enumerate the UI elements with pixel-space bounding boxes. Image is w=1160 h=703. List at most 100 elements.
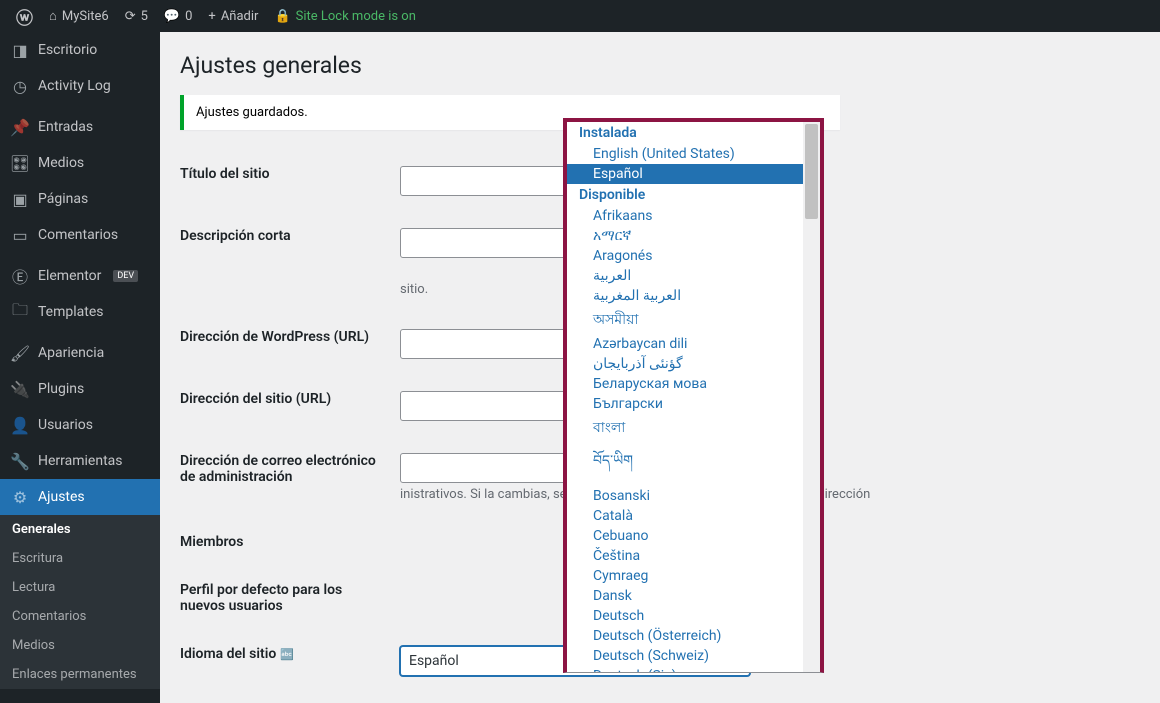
- label-default-role: Perfil por defecto para los nuevos usuar…: [180, 582, 400, 614]
- translate-icon: 🔤: [280, 648, 294, 661]
- admin-bar: ⓦ ⌂MySite6 ⟳5 💬0 +Añadir 🔒Site Lock mode…: [0, 0, 1160, 32]
- sidebar-item-templates[interactable]: 🗀 Templates: [0, 294, 160, 330]
- language-option[interactable]: Cymraeg: [567, 566, 820, 586]
- sidebar-item-label: Entradas: [38, 119, 93, 135]
- brush-icon: 🖌: [10, 343, 30, 363]
- label-admin-email: Dirección de correo electrónico de admin…: [180, 453, 400, 502]
- sidebar-sub-generales[interactable]: Generales: [0, 515, 160, 544]
- site-home[interactable]: ⌂ MySite6: [41, 0, 117, 32]
- wordpress-icon: ⓦ: [16, 4, 33, 29]
- sidebar-item-label: Apariencia: [38, 345, 104, 361]
- label-members: Miembros: [180, 534, 400, 550]
- settings-icon: ⚙: [10, 487, 30, 507]
- sidebar-item-label: Templates: [38, 304, 104, 320]
- language-option[interactable]: Afrikaans: [567, 206, 820, 226]
- sidebar-item-herramientas[interactable]: 🔧 Herramientas: [0, 443, 160, 479]
- language-option[interactable]: Беларуская мова: [567, 374, 820, 394]
- label-site-url: Dirección del sitio (URL): [180, 391, 400, 421]
- wp-logo[interactable]: ⓦ: [8, 0, 41, 32]
- folder-icon: 🗀: [10, 302, 30, 322]
- language-option[interactable]: گؤنئی آذربایجان: [567, 354, 820, 374]
- language-option[interactable]: Deutsch (Österreich): [567, 626, 820, 646]
- sidebar-item-medios[interactable]: 🎛 Medios: [0, 145, 160, 181]
- sidebar-item-label: Ajustes: [38, 489, 85, 505]
- language-option[interactable]: English (United States): [567, 144, 820, 164]
- sidebar-item-páginas[interactable]: ▣Páginas: [0, 181, 160, 217]
- language-option[interactable]: བོད་ཡིག: [567, 442, 820, 486]
- e-icon: Ⓔ: [10, 266, 30, 286]
- sidebar-sub-lectura[interactable]: Lectura: [0, 573, 160, 602]
- sidebar-item-escritorio[interactable]: ◨Escritorio: [0, 32, 160, 68]
- language-option[interactable]: Deutsch: [567, 606, 820, 626]
- tool-icon: 🔧: [10, 451, 30, 471]
- comments[interactable]: 💬0: [156, 0, 201, 32]
- refresh[interactable]: ⟳5: [117, 0, 156, 32]
- language-option[interactable]: Čeština: [567, 546, 820, 566]
- language-option[interactable]: العربية: [567, 266, 820, 286]
- comment-icon: ▭: [10, 225, 30, 245]
- pin-icon: 📌: [10, 117, 30, 137]
- language-option[interactable]: Dansk: [567, 586, 820, 606]
- dropdown-scrollbar[interactable]: [803, 122, 820, 672]
- language-option[interactable]: አማርኛ: [567, 226, 820, 246]
- sidebar-sub-escritura[interactable]: Escritura: [0, 544, 160, 573]
- language-option[interactable]: العربية المغربية: [567, 286, 820, 306]
- sidebar-item-elementor[interactable]: Ⓔ Elementor DEV: [0, 258, 160, 294]
- sidebar-item-label: Medios: [38, 155, 84, 171]
- scrollbar-thumb[interactable]: [805, 124, 818, 219]
- sidebar-sub-enlaces-permanentes[interactable]: Enlaces permanentes: [0, 660, 160, 689]
- sidebar-sub-medios[interactable]: Medios: [0, 631, 160, 660]
- user-icon: 👤: [10, 415, 30, 435]
- language-option[interactable]: Български: [567, 394, 820, 414]
- sidebar-item-entradas[interactable]: 📌 Entradas: [0, 109, 160, 145]
- sidebar-item-activity-log[interactable]: ◷Activity Log: [0, 68, 160, 104]
- refresh-count: 5: [141, 9, 148, 24]
- sidebar-item-label: Páginas: [38, 191, 88, 207]
- site-lock[interactable]: 🔒 Site Lock mode is on: [266, 0, 423, 32]
- dropdown-group-header: Disponible: [567, 184, 820, 206]
- sidebar-item-apariencia[interactable]: 🖌 Apariencia: [0, 335, 160, 371]
- label-site-lang: Idioma del sitio🔤: [180, 646, 400, 676]
- sidebar-item-label: Escritorio: [38, 42, 97, 58]
- language-option[interactable]: Aragonés: [567, 246, 820, 266]
- comments-count: 0: [185, 9, 192, 24]
- add-new[interactable]: +Añadir: [200, 0, 266, 32]
- sidebar-item-ajustes[interactable]: ⚙ Ajustes: [0, 479, 160, 515]
- dropdown-list[interactable]: InstaladaEnglish (United States)EspañolD…: [567, 122, 820, 672]
- media-icon: 🎛: [10, 153, 30, 173]
- language-option[interactable]: Bosanski: [567, 486, 820, 506]
- label-tagline: Descripción corta: [180, 228, 400, 297]
- sidebar-item-label: Comentarios: [38, 227, 118, 243]
- home-icon: ⌂: [49, 8, 57, 24]
- site-name: MySite6: [62, 9, 109, 24]
- refresh-icon: ⟳: [125, 9, 136, 24]
- label-wp-url: Dirección de WordPress (URL): [180, 329, 400, 359]
- sidebar-item-label: Elementor: [38, 268, 101, 284]
- language-option[interactable]: Azərbaycan dili: [567, 334, 820, 354]
- language-option[interactable]: Deutsch (Schweiz): [567, 646, 820, 666]
- lock-label: Site Lock mode is on: [296, 9, 416, 24]
- admin-sidebar: ◨Escritorio◷Activity Log 📌 Entradas 🎛 Medios…: [0, 32, 160, 703]
- language-option[interactable]: Deutsch (Sie): [567, 666, 820, 672]
- sidebar-item-label: Usuarios: [38, 417, 93, 433]
- notice-text: Ajustes guardados.: [196, 105, 308, 120]
- label-site-title: Título del sitio: [180, 166, 400, 196]
- sidebar-sub-comentarios[interactable]: Comentarios: [0, 602, 160, 631]
- language-option[interactable]: Cebuano: [567, 526, 820, 546]
- comment-icon: 💬: [164, 9, 180, 24]
- sidebar-item-plugins[interactable]: 🔌Plugins: [0, 371, 160, 407]
- language-dropdown: InstaladaEnglish (United States)EspañolD…: [563, 118, 824, 673]
- sidebar-item-usuarios[interactable]: 👤 Usuarios: [0, 407, 160, 443]
- sidebar-item-label: Herramientas: [38, 453, 123, 469]
- badge: DEV: [113, 270, 138, 282]
- page-title: Ajustes generales: [180, 52, 1140, 79]
- dropdown-group-header: Instalada: [567, 122, 820, 144]
- language-option[interactable]: বাংলা: [567, 414, 820, 442]
- language-option[interactable]: অসমীয়া: [567, 306, 820, 334]
- lock-icon: 🔒: [274, 9, 290, 24]
- sidebar-item-label: Plugins: [38, 381, 84, 397]
- sidebar-item-comentarios[interactable]: ▭ Comentarios: [0, 217, 160, 253]
- language-option[interactable]: Català: [567, 506, 820, 526]
- sidebar-item-label: Activity Log: [38, 78, 111, 94]
- language-option[interactable]: Español: [567, 164, 820, 184]
